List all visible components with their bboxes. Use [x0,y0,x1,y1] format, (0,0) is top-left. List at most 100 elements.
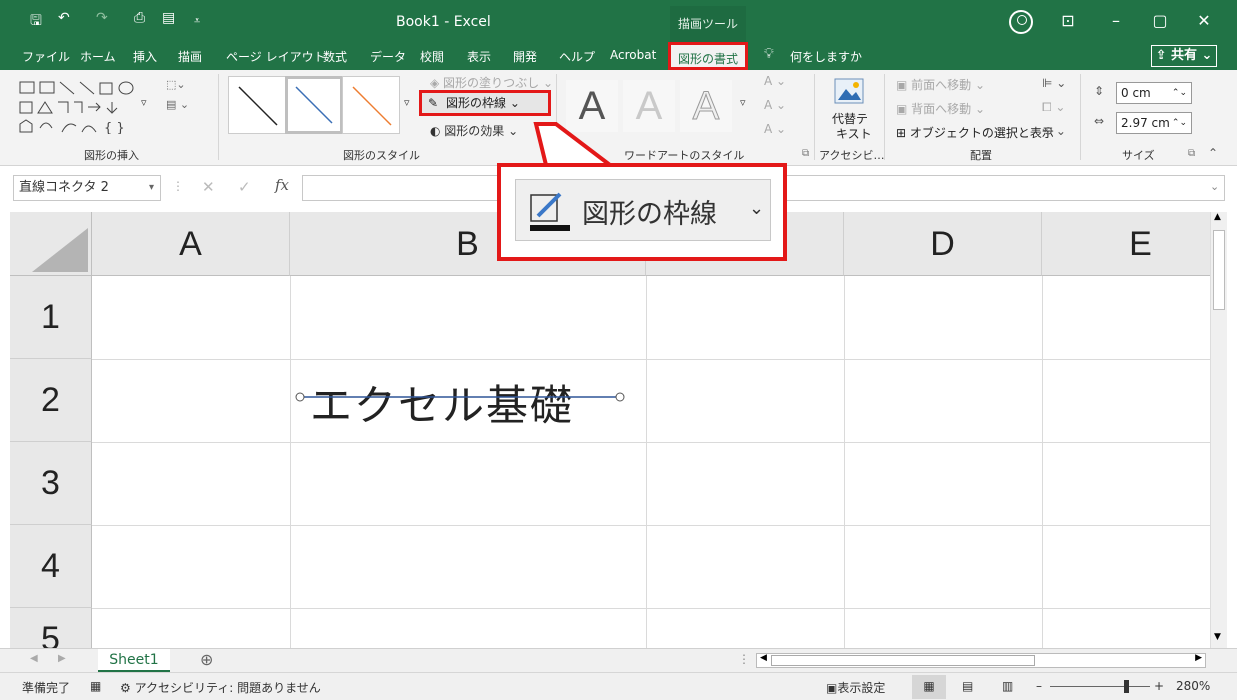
tab-data[interactable]: データ [370,48,406,65]
accessibility-status[interactable]: ⚙ アクセシビリティ: 問題ありません [120,679,321,696]
sheet-scroll-left-icon[interactable]: ◀ [30,653,38,664]
save-icon[interactable]: 🖫 [30,10,42,34]
row-header-4[interactable]: 4 [10,525,92,608]
name-box-dropdown-icon[interactable]: ▾ [149,176,154,200]
zoom-level[interactable]: 280% [1176,679,1210,693]
tab-formulas[interactable]: 数式 [323,48,347,65]
page-break-view-icon[interactable]: ▥ [1002,679,1013,693]
style-swatch-orange[interactable] [342,76,400,134]
edit-shape-icon[interactable]: ⬚⌄ [166,78,186,91]
wordart-expand-icon[interactable]: ▿ [740,96,746,109]
row-header-5[interactable]: 5 [10,608,92,648]
customize-qat-icon[interactable]: ⩡ [194,14,200,28]
strikethrough-line-shape[interactable] [290,387,630,407]
share-button[interactable]: ⇪ 共有 ⌄ [1151,45,1217,67]
gallery-expand-icon[interactable]: ▿ [141,96,147,109]
tab-home[interactable]: ホーム [80,48,116,65]
form-icon[interactable]: ▤ [162,10,175,26]
enter-icon[interactable]: ✓ [238,178,251,196]
scroll-thumb[interactable] [1213,230,1225,310]
hscroll-thumb[interactable] [771,655,1035,666]
normal-view-icon[interactable]: ▦ [912,675,946,699]
style-swatch-black[interactable] [228,76,286,134]
column-header-e[interactable]: E [1042,212,1210,276]
select-all-corner[interactable] [10,212,92,276]
tab-shape-format[interactable]: 図形の書式 [668,42,748,70]
display-settings-button[interactable]: ▣表示設定 [826,679,885,696]
wordart-style-light[interactable]: A [623,80,675,132]
shape-outline-button[interactable]: ✎ 図形の枠線 ⌄ [419,90,551,116]
row-header-3[interactable]: 3 [10,442,92,525]
print-preview-icon[interactable]: ⎙ [134,10,145,26]
height-spinner-icon[interactable]: ⌃⌄ [1172,83,1187,103]
column-header-a[interactable]: A [92,212,290,276]
cancel-icon[interactable]: ✕ [202,178,215,196]
tab-file[interactable]: ファイル [22,48,70,65]
shape-fill-button[interactable]: ◈ 図形の塗りつぶし ⌄ [430,74,553,91]
bring-forward-button[interactable]: ▣ 前面へ移動 ⌄ [896,76,985,93]
expand-formula-bar-icon[interactable]: ⌄ [1210,180,1219,193]
alt-text-label-line2[interactable]: キスト [836,125,872,142]
zoom-slider-track[interactable] [1050,686,1150,687]
hscroll-right-icon[interactable]: ▶ [1195,653,1202,663]
group-objects-icon[interactable]: ⧠ ⌄ [1042,100,1065,115]
add-sheet-icon[interactable]: ⊕ [200,650,213,669]
redo-icon[interactable]: ↷ [96,10,108,26]
sheet-scroll-right-icon[interactable]: ▶ [58,653,66,664]
height-input[interactable]: 0 cm ⌃⌄ [1116,82,1192,104]
size-dialog-launcher-icon[interactable]: ⧉ [1188,148,1195,159]
tab-view[interactable]: 表示 [467,48,491,65]
wordart-style-outline[interactable]: A [680,80,732,132]
worksheet-grid[interactable]: A B C D E 1 2 3 4 5 エクセル基礎 [10,212,1210,648]
tell-me-search[interactable]: 何をしますか [790,48,862,65]
scroll-down-icon[interactable]: ▼ [1214,632,1221,642]
shape-effects-button[interactable]: ◐ 図形の効果 ⌄ [430,122,518,139]
text-effects-icon[interactable]: A ⌄ [764,122,786,136]
text-fill-icon[interactable]: A ⌄ [764,74,786,88]
send-backward-button[interactable]: ▣ 背面へ移動 ⌄ [896,100,985,117]
rotate-icon[interactable]: ⟲ ⌄ [1042,124,1066,138]
width-spinner-icon[interactable]: ⌃⌄ [1172,113,1187,133]
collapse-ribbon-icon[interactable]: ⌃ [1208,146,1218,160]
horizontal-scrollbar[interactable]: ◀ ▶ [756,653,1206,668]
tab-splitter-icon[interactable]: ⋮ [738,652,750,666]
wordart-style-dark[interactable]: A [566,80,618,132]
text-outline-icon[interactable]: A ⌄ [764,98,786,112]
dialog-launcher-icon[interactable]: ⧉ [802,148,809,159]
shape-gallery[interactable]: { } [16,76,160,136]
tab-developer[interactable]: 開発 [513,48,537,65]
page-layout-view-icon[interactable]: ▤ [962,679,973,693]
macro-record-icon[interactable]: ▦ [90,679,101,693]
maximize-button[interactable]: ▢ [1140,8,1180,34]
selection-pane-button[interactable]: ⊞ オブジェクトの選択と表示 [896,124,1054,141]
alt-text-icon[interactable] [834,76,864,106]
align-icon[interactable]: ⊫ ⌄ [1042,76,1066,90]
hscroll-left-icon[interactable]: ◀ [760,653,767,663]
undo-icon[interactable]: ↶ [58,10,70,26]
text-box-icon[interactable]: ▤ ⌄ [166,98,189,111]
name-box[interactable]: 直線コネクタ 2 ▾ [13,175,161,201]
tab-page-layout[interactable]: ページ レイアウト [226,48,326,65]
tab-draw[interactable]: 描画 [178,48,202,65]
zoom-slider-thumb[interactable] [1124,680,1129,693]
column-header-d[interactable]: D [844,212,1042,276]
minimize-button[interactable]: – [1096,8,1136,34]
scroll-up-icon[interactable]: ▲ [1214,212,1221,222]
ribbon-display-button[interactable]: ⊡ [1048,8,1088,34]
tab-acrobat[interactable]: Acrobat [610,48,656,62]
zoom-in-icon[interactable]: + [1154,679,1164,693]
sheet-tab-sheet1[interactable]: Sheet1 [98,649,170,673]
tab-insert[interactable]: 挿入 [133,48,157,65]
style-swatch-blue[interactable] [285,76,343,134]
tab-help[interactable]: ヘルプ [559,48,595,65]
row-header-2[interactable]: 2 [10,359,92,442]
width-input[interactable]: 2.97 cm ⌃⌄ [1116,112,1192,134]
insert-function-icon[interactable]: fx [275,176,289,194]
vertical-scrollbar[interactable]: ▲ ▼ [1210,212,1227,648]
row-header-1[interactable]: 1 [10,276,92,359]
tab-review[interactable]: 校閲 [420,48,444,65]
close-button[interactable]: ✕ [1184,8,1224,34]
zoom-out-icon[interactable]: – [1036,679,1042,693]
user-avatar[interactable] [1009,10,1033,34]
styles-expand-icon[interactable]: ▿ [404,96,410,109]
